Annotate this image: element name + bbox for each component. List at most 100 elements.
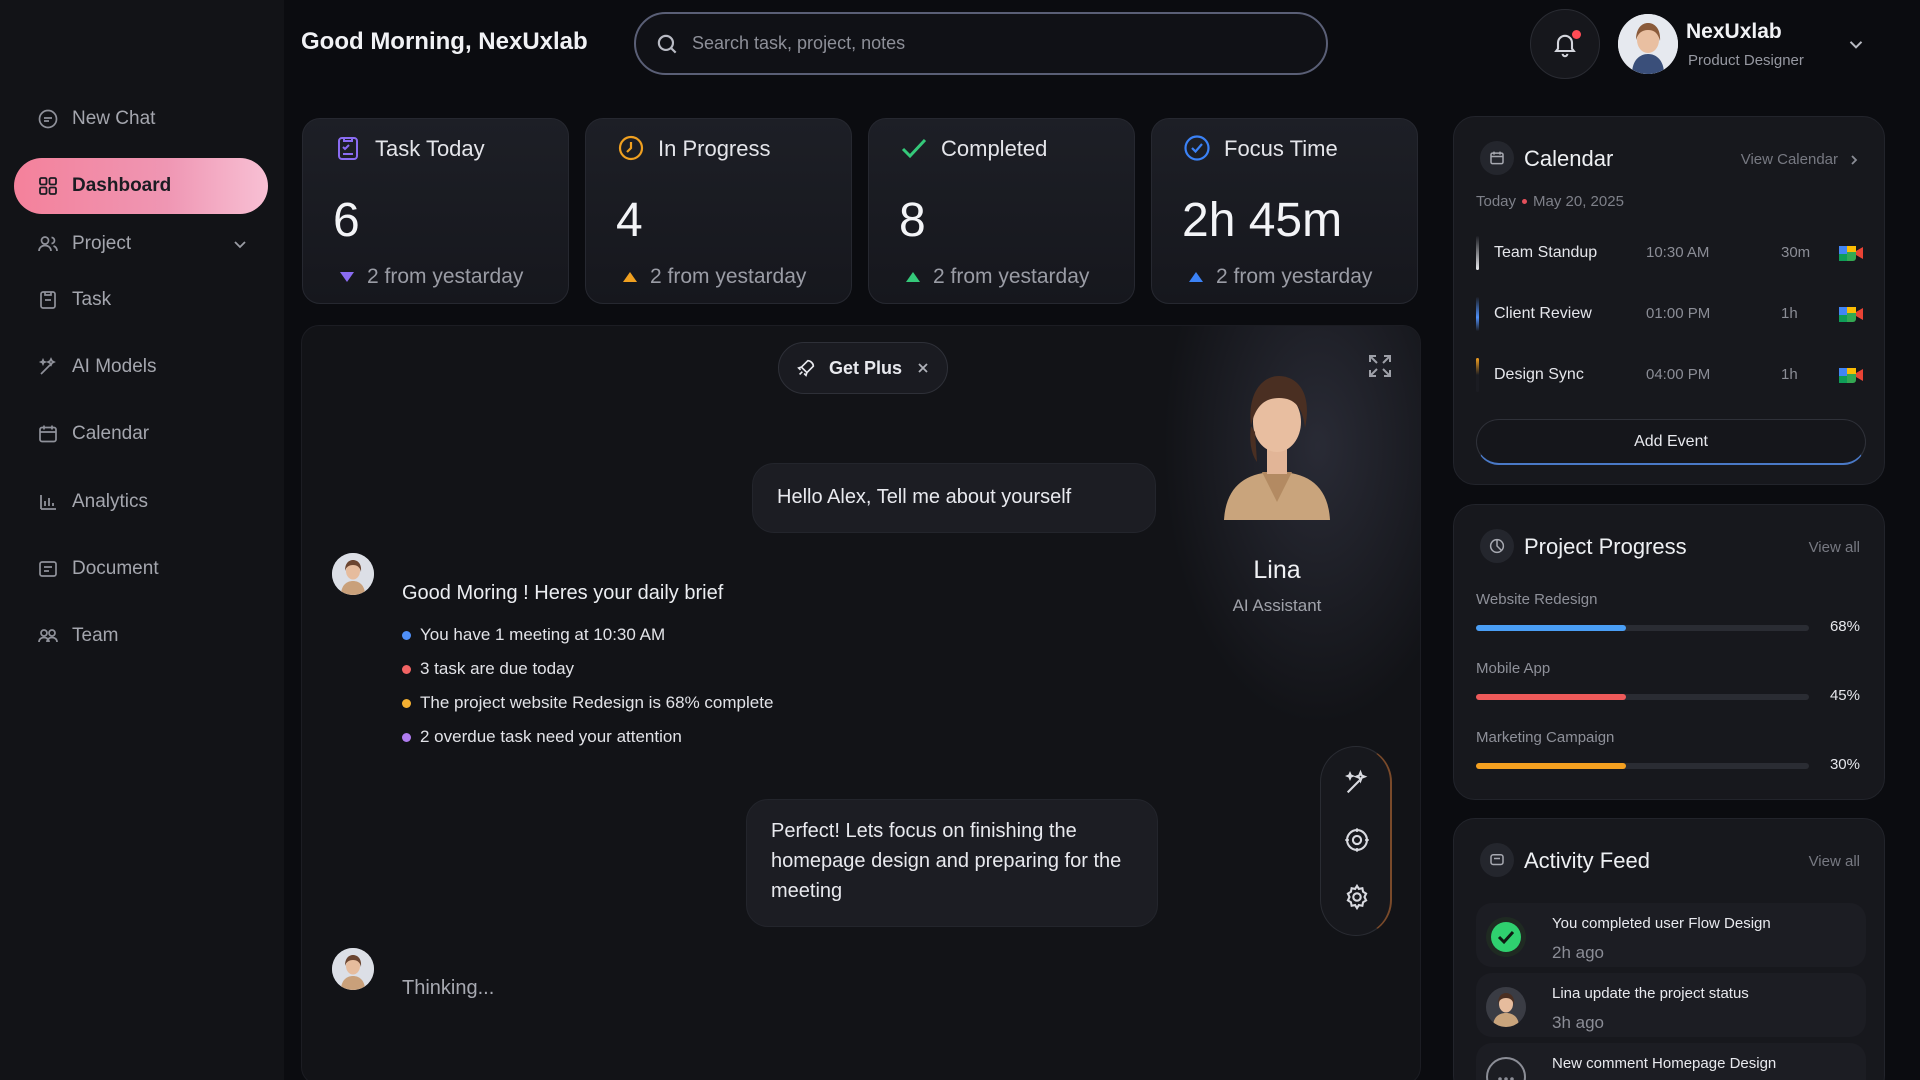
sidebar-item-ai-models[interactable]: AI Models	[14, 339, 268, 395]
notification-badge	[1572, 30, 1581, 39]
stat-label: Task Today	[375, 136, 485, 161]
calendar-event[interactable]: Team Standup 10:30 AM 30m	[1476, 236, 1866, 276]
avatar[interactable]	[1618, 14, 1678, 74]
search-input[interactable]	[692, 33, 1292, 54]
progress-label: Mobile App	[1476, 660, 1551, 677]
message-icon	[1480, 843, 1514, 877]
google-meet-icon[interactable]	[1836, 238, 1866, 268]
sidebar-item-team[interactable]: Team	[14, 608, 268, 664]
view-calendar-link[interactable]: View Calendar	[1741, 151, 1860, 168]
team-icon	[38, 629, 58, 643]
activity-item[interactable]: Lina update the project status 3h ago	[1476, 973, 1866, 1037]
view-all-link[interactable]: View all	[1809, 853, 1860, 870]
gear-icon[interactable]	[1343, 883, 1371, 911]
magic-wand-icon[interactable]	[1343, 769, 1371, 797]
calendar-event[interactable]: Client Review 01:00 PM 1h	[1476, 297, 1866, 337]
stat-card-completed[interactable]: Completed 8 2 from yestarday	[868, 118, 1135, 304]
sidebar-item-label: Analytics	[72, 491, 149, 512]
search-bar[interactable]	[634, 12, 1328, 75]
progress-percent: 68%	[1829, 618, 1860, 635]
sidebar-item-new-chat[interactable]: New Chat	[14, 91, 268, 147]
sidebar-item-dashboard[interactable]: Dashboard	[14, 158, 268, 214]
bullet	[402, 732, 411, 742]
stat-delta-text: 2 from yestarday	[933, 265, 1090, 288]
notification-button[interactable]	[1530, 9, 1600, 79]
stat-card-focus-time[interactable]: Focus Time 2h 45m 2 from yestarday	[1151, 118, 1418, 304]
stat-label: Focus Time	[1224, 136, 1338, 161]
activity-time: 3h ago	[1552, 1013, 1604, 1032]
date-label: May 20, 2025	[1533, 193, 1624, 210]
activity-feed-panel: Activity Feed View all You completed use…	[1453, 818, 1885, 1080]
users-icon	[38, 236, 58, 252]
calendar-event[interactable]: Design Sync 04:00 PM 1h	[1476, 358, 1866, 398]
chevron-down-icon[interactable]	[230, 234, 250, 254]
progress-label: Website Redesign	[1476, 591, 1598, 608]
user-message: Perfect! Lets focus on finishing the hom…	[746, 799, 1158, 927]
brief-item: 3 task are due today	[402, 659, 574, 679]
add-event-button[interactable]: Add Event	[1476, 419, 1866, 465]
sidebar-item-analytics[interactable]: Analytics	[14, 474, 268, 530]
stat-delta: 2 from yestarday	[905, 265, 1089, 289]
event-time: 01:00 PM	[1646, 305, 1711, 322]
brief-item: The project website Redesign is 68% comp…	[402, 693, 773, 713]
google-meet-icon[interactable]	[1836, 299, 1866, 329]
google-meet-icon[interactable]	[1836, 360, 1866, 390]
page-title: Good Morning, NexUxlab	[301, 28, 588, 55]
sidebar-item-project[interactable]: Project	[14, 216, 268, 272]
comment-icon	[1486, 1057, 1526, 1080]
progress-fill	[1476, 694, 1626, 700]
avatar	[1486, 987, 1526, 1027]
project-progress-panel: Project Progress View all Website Redesi…	[1453, 504, 1885, 800]
rocket-icon	[797, 359, 815, 377]
progress-track	[1476, 763, 1809, 769]
stat-card-task-today[interactable]: Task Today 6 2 from yestarday	[302, 118, 569, 304]
sidebar-item-task[interactable]: Task	[14, 272, 268, 328]
stat-label: In Progress	[658, 136, 771, 161]
activity-item[interactable]: New comment Homepage Design	[1476, 1043, 1866, 1080]
chat-panel: Get Plus Hello Alex, Tell me about yours…	[301, 325, 1421, 1080]
event-duration: 30m	[1781, 244, 1811, 261]
stat-delta-text: 2 from yestarday	[650, 265, 807, 288]
stat-value: 2h 45m	[1182, 194, 1343, 247]
progress-label: Marketing Campaign	[1476, 729, 1615, 746]
event-duration: 1h	[1781, 366, 1798, 383]
progress-track	[1476, 625, 1809, 631]
grid-icon	[39, 177, 57, 195]
get-plus-label: Get Plus	[829, 357, 903, 378]
sidebar-item-label: New Chat	[72, 108, 156, 129]
stat-delta: 2 from yestarday	[339, 265, 523, 289]
event-color-bar	[1476, 236, 1479, 270]
activity-text: New comment Homepage Design	[1552, 1055, 1777, 1072]
sidebar-item-label: Document	[72, 558, 159, 579]
avatar-image	[1618, 14, 1678, 74]
sidebar-item-label: Task	[72, 289, 112, 310]
chevron-down-icon[interactable]	[1845, 33, 1867, 55]
activity-time: 2h ago	[1552, 943, 1604, 962]
event-color-bar	[1476, 297, 1479, 331]
thinking-indicator: Thinking...	[402, 977, 495, 999]
get-plus-button[interactable]: Get Plus	[778, 342, 948, 394]
separator-dot	[1522, 199, 1528, 204]
event-duration: 1h	[1781, 305, 1798, 322]
event-name: Client Review	[1494, 305, 1592, 322]
progress-percent: 45%	[1829, 687, 1860, 704]
progress-fill	[1476, 625, 1626, 631]
document-icon	[39, 561, 57, 577]
clock-icon	[618, 135, 644, 161]
chevron-right-icon	[1851, 154, 1858, 165]
checkmark-icon	[901, 138, 927, 159]
sidebar-item-label: Team	[72, 625, 119, 646]
profile-name: NexUxlab	[1686, 20, 1782, 43]
sidebar-item-document[interactable]: Document	[14, 541, 268, 597]
search-icon	[657, 34, 677, 53]
target-icon[interactable]	[1343, 826, 1371, 854]
assistant-portrait	[1224, 376, 1330, 520]
activity-item[interactable]: You completed user Flow Design 2h ago	[1476, 903, 1866, 967]
task-icon	[40, 291, 56, 309]
stat-card-in-progress[interactable]: In Progress 4 2 from yestarday	[585, 118, 852, 304]
view-all-link[interactable]: View all	[1809, 539, 1860, 556]
close-icon[interactable]	[916, 361, 930, 375]
calendar-icon	[39, 425, 57, 443]
expand-icon[interactable]	[1366, 352, 1394, 380]
sidebar-item-calendar[interactable]: Calendar	[14, 406, 268, 462]
